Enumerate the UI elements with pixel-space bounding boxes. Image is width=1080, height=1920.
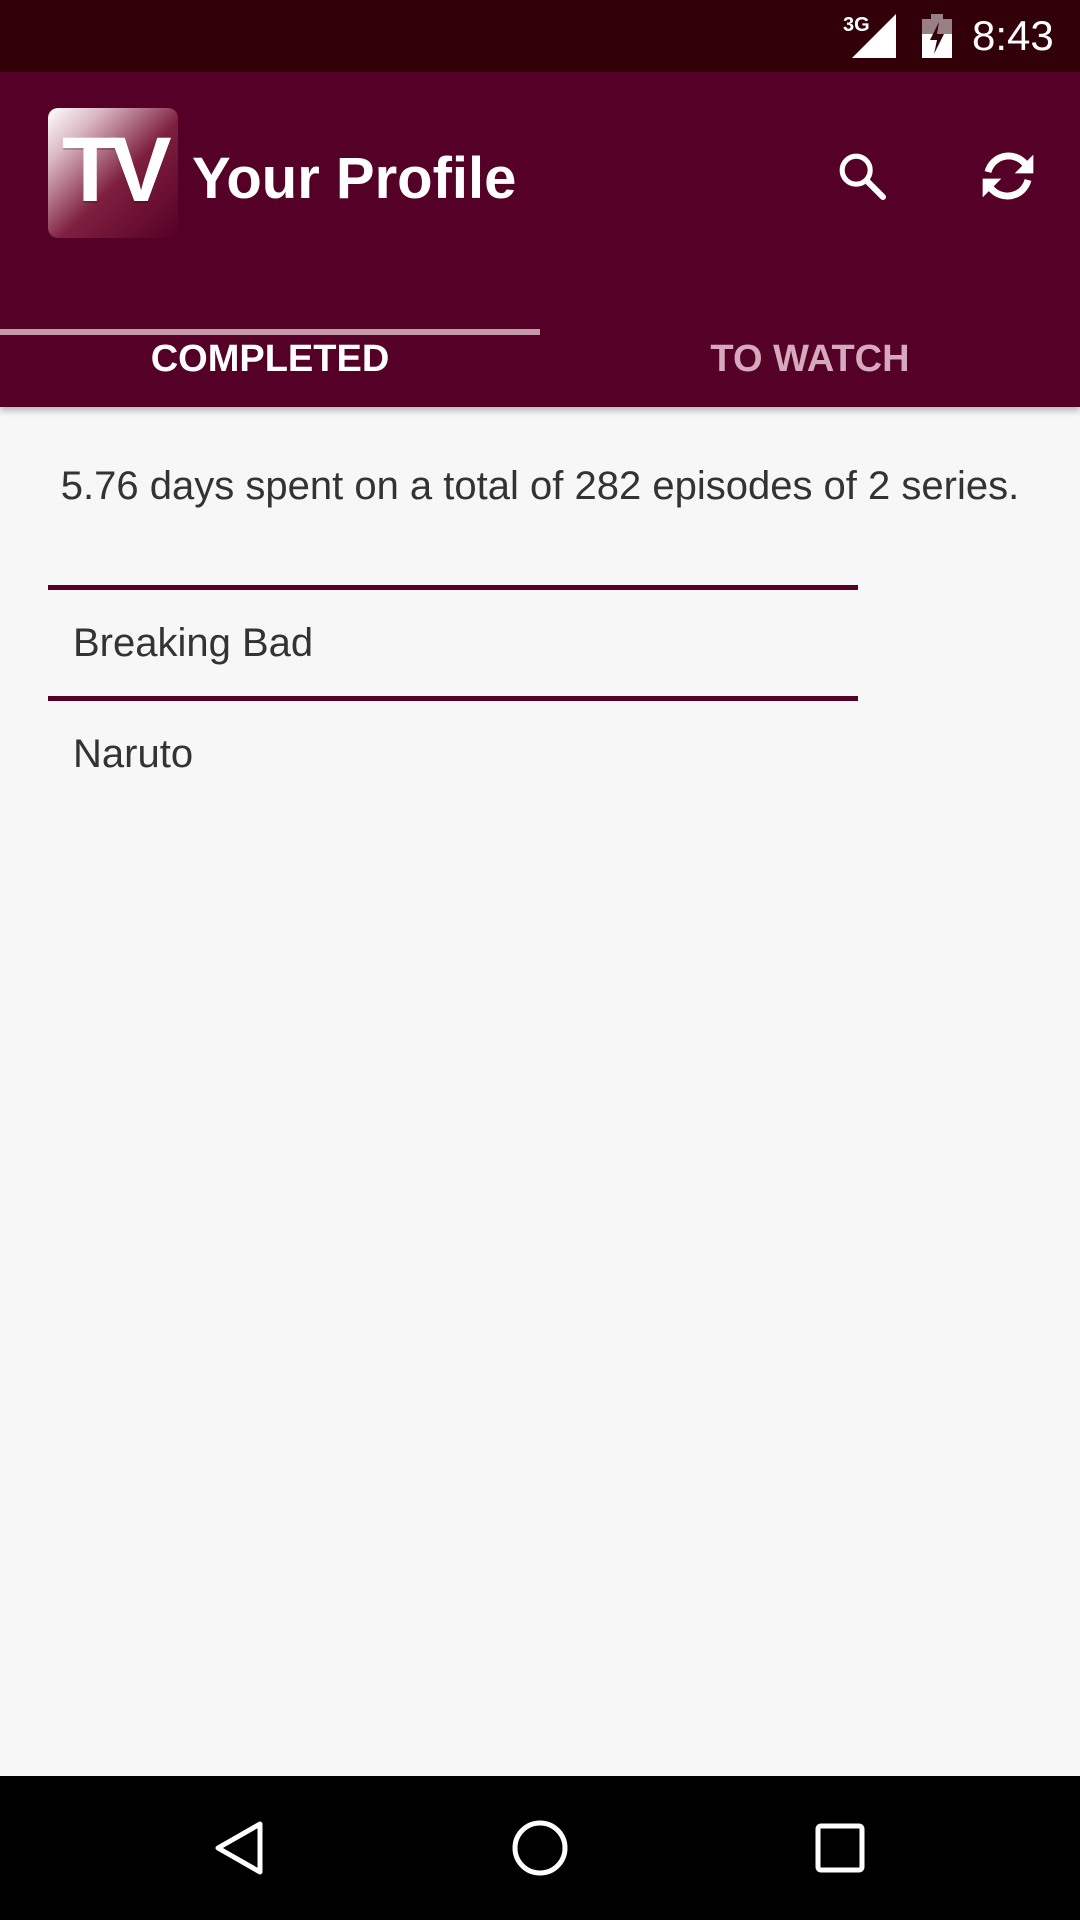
search-icon [839,153,887,201]
tab-to-watch[interactable]: TO WATCH [540,312,1080,407]
tab-indicator [0,329,540,335]
list-item-breaking-bad[interactable]: Breaking Bad [48,590,858,696]
tab-completed[interactable]: COMPLETED [0,312,540,407]
back-button[interactable] [200,1808,280,1888]
app-bar: TV Your Profile COMPLETED TO WATCH [0,72,1080,407]
app-logo-text: TV [62,119,172,221]
navigation-bar [0,1776,1080,1920]
recents-icon [815,1823,865,1873]
home-button[interactable] [500,1808,580,1888]
search-button[interactable] [822,136,902,216]
list-item-naruto[interactable]: Naruto [48,701,858,807]
refresh-icon [982,152,1034,200]
battery-icon [922,14,952,58]
series-list: Breaking Bad Naruto [48,585,858,807]
watch-summary: 5.76 days spent on a total of 282 episod… [60,464,1020,508]
tab-bar: COMPLETED TO WATCH [0,312,1080,407]
back-icon [215,1821,263,1875]
refresh-button[interactable] [968,136,1048,216]
signal-icon [852,14,896,58]
status-time: 8:43 [972,12,1054,59]
home-icon [512,1820,568,1876]
app-logo: TV [48,108,178,238]
status-bar: 3G 8:43 [0,0,1080,72]
page-title: Your Profile [192,146,517,211]
recents-button[interactable] [800,1808,880,1888]
